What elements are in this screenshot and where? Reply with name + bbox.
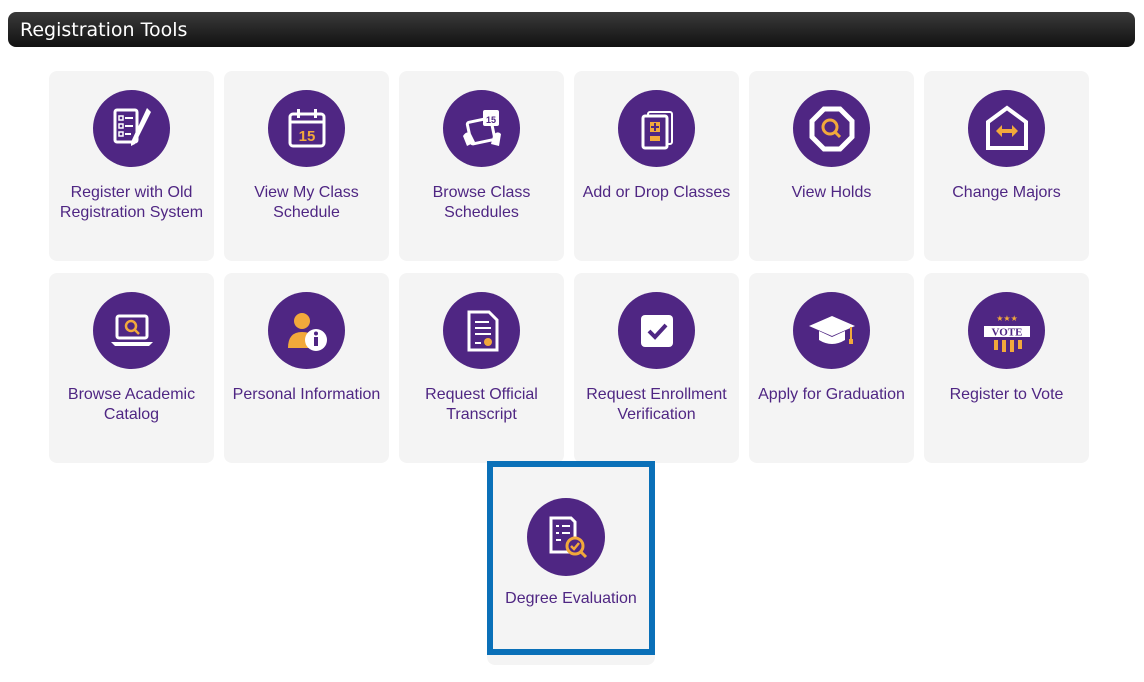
graduation-cap-icon [793, 292, 870, 369]
stop-sign-search-icon [793, 90, 870, 167]
tile-label: Degree Evaluation [505, 590, 637, 607]
tile-degree-evaluation[interactable]: Degree Evaluation [487, 461, 655, 665]
section-title: Registration Tools [20, 19, 188, 41]
tile-label: Request Official Transcript [425, 386, 538, 423]
checkbox-icon [618, 292, 695, 369]
tile-label: Browse Class Schedules [432, 184, 531, 221]
checklist-pencil-icon [93, 90, 170, 167]
tile-label: View My Class Schedule [254, 184, 359, 221]
calendar-tablet-icon: 15 [443, 90, 520, 167]
user-info-icon [268, 292, 345, 369]
tile-label: Change Majors [952, 184, 1061, 201]
laptop-search-icon [93, 292, 170, 369]
tile-label: Browse Academic Catalog [67, 386, 196, 423]
add-drop-document-icon [618, 90, 695, 167]
tile-register-to-vote[interactable]: VOTE ★★★ Register to Vote [924, 273, 1089, 463]
document-check-icon [527, 498, 605, 576]
tile-request-enrollment-verification[interactable]: Request Enrollment Verification [574, 273, 739, 463]
svg-text:★★★: ★★★ [996, 314, 1018, 323]
tile-personal-information[interactable]: Personal Information [224, 273, 389, 463]
tile-label: Register with Old Registration System [59, 184, 204, 221]
tile-browse-class-schedules[interactable]: 15 Browse Class Schedules [399, 71, 564, 261]
tile-label: Personal Information [232, 386, 381, 403]
tile-label: Apply for Graduation [758, 386, 905, 403]
arrows-exchange-icon [968, 90, 1045, 167]
section-header: Registration Tools [8, 12, 1135, 47]
vote-badge-icon: VOTE ★★★ [968, 292, 1045, 369]
tile-view-class-schedule[interactable]: 15 View My Class Schedule [224, 71, 389, 261]
tile-label: Add or Drop Classes [582, 184, 731, 201]
certificate-document-icon [443, 292, 520, 369]
tile-request-official-transcript[interactable]: Request Official Transcript [399, 273, 564, 463]
tile-apply-for-graduation[interactable]: Apply for Graduation [749, 273, 914, 463]
tile-browse-academic-catalog[interactable]: Browse Academic Catalog [49, 273, 214, 463]
tile-label: View Holds [791, 184, 872, 201]
tile-label: Request Enrollment Verification [586, 386, 727, 423]
svg-text:15: 15 [298, 128, 315, 145]
tile-view-holds[interactable]: View Holds [749, 71, 914, 261]
tile-change-majors[interactable]: Change Majors [924, 71, 1089, 261]
tile-label: Register to Vote [949, 386, 1064, 403]
svg-text:15: 15 [485, 115, 495, 125]
svg-text:VOTE: VOTE [991, 326, 1022, 338]
calendar-icon: 15 [268, 90, 345, 167]
tile-register-old-system[interactable]: Register with Old Registration System [49, 71, 214, 261]
tile-add-drop-classes[interactable]: Add or Drop Classes [574, 71, 739, 261]
